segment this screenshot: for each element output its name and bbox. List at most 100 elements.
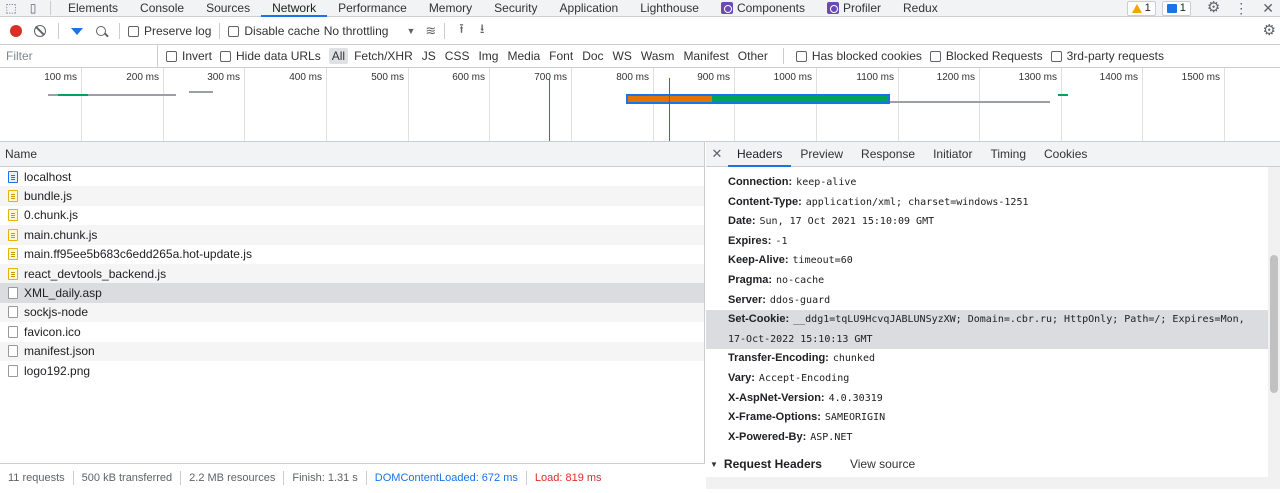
has-blocked-cookies-checkbox[interactable]: Has blocked cookies: [795, 49, 922, 63]
tab-application[interactable]: Application: [549, 0, 630, 17]
tab-memory[interactable]: Memory: [418, 0, 483, 17]
checkbox-box[interactable]: [128, 25, 139, 37]
import-har-icon[interactable]: ⭱: [459, 20, 464, 42]
tab-label: Profiler: [843, 1, 882, 15]
network-conditions-icon[interactable]: ≋: [425, 23, 436, 39]
header-row[interactable]: Server: ddos-guard: [706, 291, 1268, 311]
tab-lighthouse[interactable]: Lighthouse: [629, 0, 710, 17]
filter-type-wasm[interactable]: Wasm: [638, 48, 678, 64]
disable-cache-checkbox[interactable]: Disable cache: [228, 24, 320, 38]
request-row[interactable]: favicon.ico: [0, 322, 704, 341]
details-tab-timing[interactable]: Timing: [981, 142, 1035, 167]
record-icon[interactable]: [10, 25, 22, 37]
filter-type-all[interactable]: All: [328, 48, 349, 64]
header-row[interactable]: Set-Cookie: __ddg1=tqLU9HcvqJABLUNSyzXW; …: [706, 310, 1268, 350]
tab-console[interactable]: Console: [129, 0, 195, 17]
request-name: logo192.png: [24, 363, 91, 378]
export-har-icon[interactable]: ⭳: [480, 20, 485, 42]
details-tab-initiator[interactable]: Initiator: [924, 142, 981, 167]
details-tab-headers[interactable]: Headers: [728, 142, 792, 167]
filter-type-css[interactable]: CSS: [442, 48, 473, 64]
request-row[interactable]: react_devtools_backend.js: [0, 263, 704, 284]
checkbox-box[interactable]: [166, 50, 177, 62]
header-row[interactable]: Date: Sun, 17 Oct 2021 15:10:09 GMT: [706, 212, 1268, 232]
checkbox-box[interactable]: [220, 50, 232, 62]
time-gridline: [81, 68, 82, 141]
request-row[interactable]: sockjs-node: [0, 302, 704, 323]
network-overview-timeline[interactable]: 100 ms 200 ms 300 ms 400 ms 500 ms 600 ms 700 …: [0, 68, 1280, 142]
throttling-select[interactable]: No throttling ▼: [324, 24, 416, 38]
header-row[interactable]: Vary: Accept-Encoding: [706, 369, 1268, 389]
request-row[interactable]: manifest.json: [0, 341, 704, 361]
tab-components[interactable]: Components: [710, 0, 816, 17]
settings-gear-icon[interactable]: ⚙: [1207, 0, 1220, 16]
details-tab-cookies[interactable]: Cookies: [1035, 142, 1096, 167]
checkbox-box[interactable]: [228, 25, 240, 37]
close-devtools-icon[interactable]: ✕: [1262, 0, 1274, 17]
inspect-element-icon[interactable]: ⬚: [0, 0, 22, 17]
tab-performance[interactable]: Performance: [327, 0, 418, 17]
checkbox-box[interactable]: [795, 50, 807, 62]
search-icon[interactable]: [96, 26, 106, 36]
filter-type-ws[interactable]: WS: [610, 48, 635, 64]
name-column-header[interactable]: Name: [0, 142, 704, 167]
scrollbar-thumb[interactable]: [1270, 255, 1278, 393]
tab-security[interactable]: Security: [483, 0, 548, 17]
header-row[interactable]: X-Powered-By: ASP.NET: [706, 428, 1268, 448]
details-tab-response[interactable]: Response: [852, 142, 924, 167]
invert-checkbox[interactable]: Invert: [166, 49, 212, 63]
close-details-icon[interactable]: ✕: [706, 146, 728, 162]
device-toolbar-icon[interactable]: ▯: [22, 0, 44, 17]
header-row[interactable]: Connection: keep-alive: [706, 173, 1268, 193]
details-tab-preview[interactable]: Preview: [791, 142, 852, 167]
expand-triangle-icon[interactable]: ▼: [710, 460, 718, 469]
filter-icon[interactable]: [71, 27, 83, 35]
filter-type-other[interactable]: Other: [735, 48, 771, 64]
request-row[interactable]: main.ff95ee5b683c6edd265a.hot-update.js: [0, 245, 704, 264]
blocked-requests-checkbox[interactable]: Blocked Requests: [929, 49, 1043, 63]
tab-label: Security: [494, 0, 538, 15]
filter-type-media[interactable]: Media: [504, 48, 543, 64]
header-row[interactable]: Keep-Alive: timeout=60: [706, 251, 1268, 271]
request-row[interactable]: logo192.png: [0, 361, 704, 380]
filter-type-img[interactable]: Img: [475, 48, 501, 64]
network-settings-gear-icon[interactable]: ⚙: [1263, 23, 1276, 39]
filter-input[interactable]: Filter: [0, 45, 158, 67]
filter-type-fetch-xhr[interactable]: Fetch/XHR: [351, 48, 416, 64]
header-row[interactable]: X-Frame-Options: SAMEORIGIN: [706, 408, 1268, 428]
time-tick-label: 700 ms: [534, 72, 567, 83]
vertical-scrollbar[interactable]: [1268, 167, 1280, 487]
header-row[interactable]: Content-Type: application/xml; charset=wi…: [706, 193, 1268, 213]
divider: [50, 1, 51, 15]
filter-type-doc[interactable]: Doc: [579, 48, 606, 64]
header-row[interactable]: Expires: -1: [706, 232, 1268, 252]
more-options-icon[interactable]: ⋮: [1234, 0, 1248, 17]
messages-counter[interactable]: 1: [1161, 0, 1191, 16]
filter-type-manifest[interactable]: Manifest: [680, 48, 731, 64]
checkbox-box[interactable]: [929, 50, 941, 62]
warnings-counter[interactable]: 1: [1126, 0, 1156, 16]
hide-data-urls-checkbox[interactable]: Hide data URLs: [220, 49, 321, 63]
horizontal-scrollbar[interactable]: [706, 477, 1280, 489]
request-headers-section[interactable]: ▼ Request Headers View source: [706, 453, 1268, 475]
filter-type-font[interactable]: Font: [546, 48, 576, 64]
header-row[interactable]: Transfer-Encoding: chunked: [706, 349, 1268, 369]
checkbox-box[interactable]: [1050, 50, 1062, 62]
request-row[interactable]: localhost: [0, 167, 704, 186]
tab-redux[interactable]: Redux: [892, 0, 949, 17]
view-source-link[interactable]: View source: [850, 457, 915, 471]
preserve-log-checkbox[interactable]: Preserve log: [128, 24, 211, 38]
tab-network[interactable]: Network: [261, 0, 328, 17]
request-row[interactable]: main.chunk.js: [0, 225, 704, 245]
tab-elements[interactable]: Elements: [57, 0, 129, 17]
tab-profiler[interactable]: Profiler: [816, 0, 892, 17]
third-party-requests-checkbox[interactable]: 3rd-party requests: [1050, 49, 1164, 63]
header-row[interactable]: X-AspNet-Version: 4.0.30319: [706, 389, 1268, 409]
request-row[interactable]: bundle.js: [0, 186, 704, 206]
clear-icon[interactable]: [34, 25, 46, 37]
filter-type-js[interactable]: JS: [419, 48, 439, 64]
tab-sources[interactable]: Sources: [195, 0, 261, 17]
header-row[interactable]: Pragma: no-cache: [706, 271, 1268, 291]
request-row[interactable]: XML_daily.asp: [0, 283, 704, 303]
request-row[interactable]: 0.chunk.js: [0, 206, 704, 225]
